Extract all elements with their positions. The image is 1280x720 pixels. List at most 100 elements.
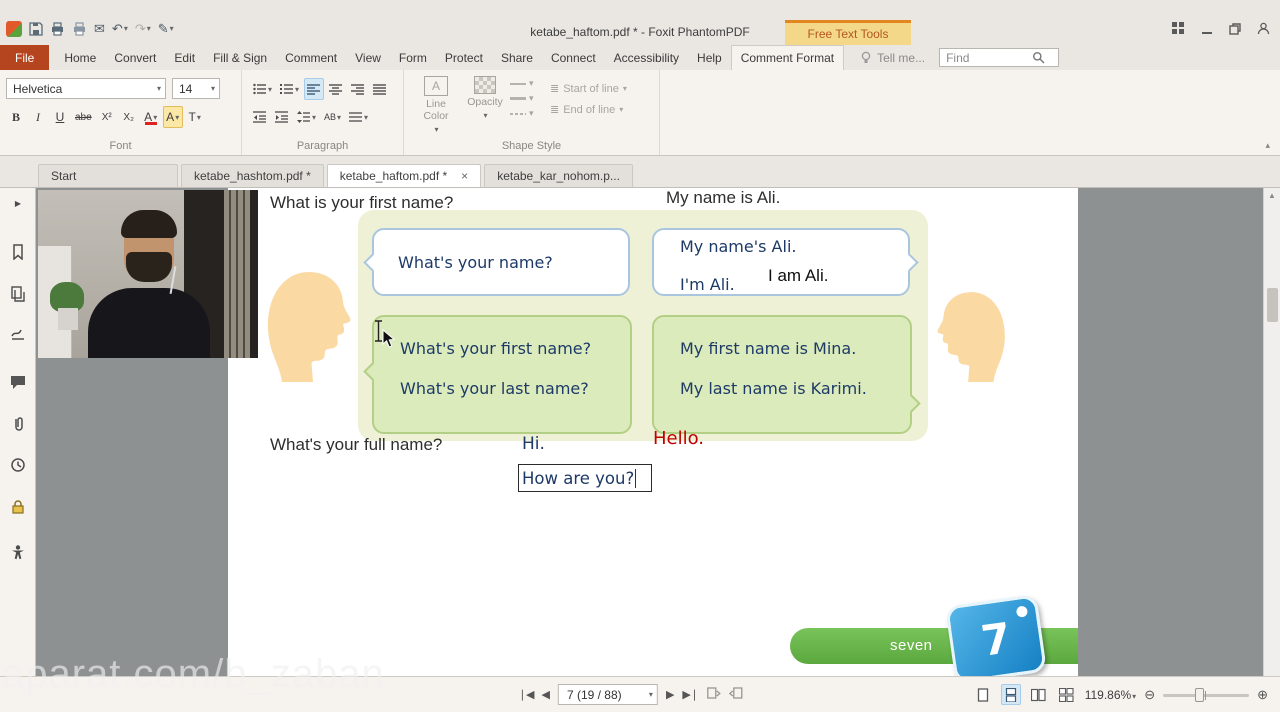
first-page-button[interactable] [518,688,534,701]
tab-share[interactable]: Share [492,45,542,70]
subscript-button[interactable]: X₂ [119,106,139,128]
bookmarks-panel-button[interactable] [8,242,28,262]
zoom-slider-thumb[interactable] [1195,688,1204,702]
pages-panel-button[interactable] [8,284,28,304]
user-icon[interactable] [1257,22,1270,40]
tab-convert[interactable]: Convert [105,45,165,70]
expand-panel-button[interactable] [8,193,28,213]
start-of-line-button[interactable]: Start of line [550,82,627,95]
doc-tab-haftom[interactable]: ketabe_haftom.pdf * [327,164,481,187]
zoom-in-button[interactable] [1257,687,1268,703]
tab-edit[interactable]: Edit [165,45,204,70]
close-icon[interactable] [461,170,468,182]
line-dash-icon [510,113,526,115]
document-area: What is your first name? My name is Ali.… [0,188,1280,676]
context-tab-free-text-tools[interactable]: Free Text Tools [785,20,911,45]
scrollbar-thumb[interactable] [1267,288,1278,322]
paragraph-spacing-button[interactable] [346,106,371,128]
line-spacing-button[interactable] [294,106,319,128]
tab-fill-sign[interactable]: Fill & Sign [204,45,276,70]
numbered-list-button[interactable] [277,78,302,100]
line-color-button[interactable]: A Line Color [414,76,458,136]
opacity-button[interactable]: Opacity [462,76,508,122]
end-of-line-button[interactable]: End of line [550,103,627,116]
increase-indent-button[interactable] [272,106,292,128]
char-spacing-button[interactable]: AB [321,106,344,128]
line-weight-button[interactable] [510,93,534,104]
align-right-button[interactable] [348,78,368,100]
font-size-select[interactable]: 14 [172,78,220,99]
decrease-indent-button[interactable] [250,106,270,128]
tab-form[interactable]: Form [390,45,436,70]
free-text-box-editing[interactable]: How are you? [518,464,652,492]
tab-home[interactable]: Home [55,45,105,70]
bullet-list-button[interactable] [250,78,275,100]
tab-file[interactable]: File [0,45,49,70]
tab-view[interactable]: View [346,45,390,70]
previous-page-button[interactable] [541,688,549,701]
align-justify-button[interactable] [370,78,390,100]
single-page-view-button[interactable] [973,684,993,705]
chevron-down-icon [364,113,368,122]
search-icon[interactable] [1032,51,1045,64]
apps-grid-icon[interactable] [1172,22,1185,40]
tab-accessibility[interactable]: Accessibility [605,45,688,70]
next-page-button[interactable] [666,688,674,701]
align-center-button[interactable] [326,78,346,100]
accessibility-panel-button[interactable] [8,542,28,562]
added-text-hi[interactable]: Hi. [522,434,545,454]
continuous-facing-view-button[interactable] [1057,684,1077,705]
strikethrough-button[interactable]: abe [72,106,95,128]
previous-view-button[interactable] [706,686,721,703]
continuous-view-button[interactable] [1001,684,1021,705]
highlight-button[interactable]: A [163,106,183,128]
pdf-page[interactable]: What is your first name? My name is Ali.… [228,188,1078,676]
vertical-scrollbar[interactable] [1263,188,1280,676]
line-style-button[interactable] [510,78,534,89]
scroll-up-arrow[interactable] [1264,191,1280,200]
zoom-slider[interactable] [1163,687,1249,703]
tab-comment-format[interactable]: Comment Format [731,45,844,70]
zoom-level-value: 119.86% [1085,688,1131,702]
text-style-button[interactable]: T [185,106,205,128]
chevron-down-icon [268,85,272,94]
align-left-button[interactable] [304,78,324,100]
signature-panel-button[interactable] [8,324,28,344]
history-panel-button[interactable] [8,455,28,475]
line-dash-button[interactable] [510,108,534,119]
italic-button[interactable]: I [28,106,48,128]
doc-tab-kar-nohom[interactable]: ketabe_kar_nohom.p... [484,164,633,187]
added-text-hello[interactable]: Hello. [653,428,704,449]
last-page-button[interactable] [682,688,698,701]
page-number-field[interactable]: 7 (19 / 88) [558,684,658,705]
added-free-text[interactable]: I am Ali. [768,266,828,286]
zoom-level-dropdown[interactable]: 119.86% [1085,688,1137,702]
facing-view-button[interactable] [1029,684,1049,705]
find-box[interactable] [939,48,1059,67]
line-end-icon [550,103,559,116]
bold-button[interactable]: B [6,106,26,128]
comments-panel-button[interactable] [8,372,28,392]
superscript-button[interactable]: X² [97,106,117,128]
tab-help[interactable]: Help [688,45,731,70]
tell-me[interactable]: Tell me... [860,45,925,70]
font-family-select[interactable]: Helvetica [6,78,166,99]
next-view-button[interactable] [729,686,744,703]
attachments-panel-button[interactable] [8,414,28,434]
collapse-ribbon-button[interactable] [1265,140,1270,151]
doc-tab-hashtom[interactable]: ketabe_hashtom.pdf * [181,164,324,187]
security-panel-button[interactable] [8,497,28,517]
doc-tab-start[interactable]: Start [38,164,178,187]
paragraph-spacing-icon [349,111,363,123]
tab-protect[interactable]: Protect [436,45,492,70]
tab-comment[interactable]: Comment [276,45,346,70]
tab-connect[interactable]: Connect [542,45,605,70]
align-justify-icon [373,83,387,95]
text-caret [635,469,636,488]
font-color-button[interactable]: A [141,106,161,128]
underline-button[interactable]: U [50,106,70,128]
minimize-button[interactable] [1201,22,1213,40]
restore-button[interactable] [1229,22,1241,40]
find-input[interactable] [946,51,1032,65]
zoom-out-button[interactable] [1144,687,1155,703]
